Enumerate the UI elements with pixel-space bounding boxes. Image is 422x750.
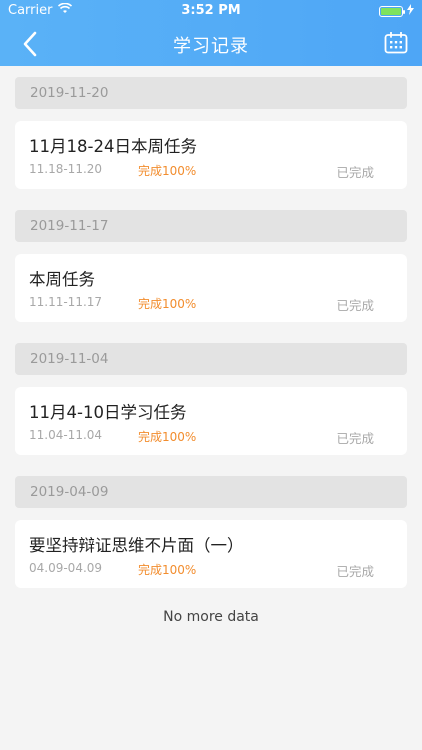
record-date-range: 04.09-04.09 xyxy=(29,561,103,575)
record-date-range: 11.04-11.04 xyxy=(29,428,103,442)
record-section: 2019-11-20 11月18-24日本周任务 11.18-11.20 完成1… xyxy=(0,77,422,189)
record-title: 要坚持辩证思维不片面（一） xyxy=(29,536,244,555)
app-root: Carrier 3:52 PM 学习记录 2019-11-20 11月18-24… xyxy=(0,0,422,750)
battery-icon xyxy=(379,6,405,17)
calendar-icon xyxy=(384,31,408,54)
record-card[interactable]: 要坚持辩证思维不片面（一） 04.09-04.09 完成100% 已完成 xyxy=(15,520,407,588)
record-status: 已完成 xyxy=(336,165,374,180)
charging-icon xyxy=(407,4,414,19)
no-more-data-label: No more data xyxy=(163,609,259,625)
status-bar: Carrier 3:52 PM xyxy=(0,0,422,22)
record-list: 2019-11-20 11月18-24日本周任务 11.18-11.20 完成1… xyxy=(0,66,422,625)
nav-bar: 学习记录 xyxy=(0,22,422,66)
status-right xyxy=(379,4,414,19)
status-time: 3:52 PM xyxy=(181,3,241,18)
record-date-range: 11.18-11.20 xyxy=(29,162,103,176)
record-progress: 完成100% xyxy=(138,563,197,577)
date-header: 2019-11-17 xyxy=(15,210,407,242)
record-progress: 完成100% xyxy=(138,164,197,178)
record-title: 本周任务 xyxy=(29,270,95,289)
page-title: 学习记录 xyxy=(173,36,249,57)
record-card[interactable]: 本周任务 11.11-11.17 完成100% 已完成 xyxy=(15,254,407,322)
record-section: 2019-11-04 11月4-10日学习任务 11.04-11.04 完成10… xyxy=(0,343,422,455)
record-progress: 完成100% xyxy=(138,430,197,444)
date-header: 2019-11-20 xyxy=(15,77,407,109)
record-date-range: 11.11-11.17 xyxy=(29,295,103,309)
record-section: 2019-11-17 本周任务 11.11-11.17 完成100% 已完成 xyxy=(0,210,422,322)
record-card[interactable]: 11月18-24日本周任务 11.18-11.20 完成100% 已完成 xyxy=(15,121,407,189)
record-section: 2019-04-09 要坚持辩证思维不片面（一） 04.09-04.09 完成1… xyxy=(0,476,422,588)
record-status: 已完成 xyxy=(336,564,374,579)
record-status: 已完成 xyxy=(336,431,374,446)
record-title: 11月4-10日学习任务 xyxy=(29,403,187,422)
date-header: 2019-11-04 xyxy=(15,343,407,375)
date-header: 2019-04-09 xyxy=(15,476,407,508)
record-title: 11月18-24日本周任务 xyxy=(29,137,197,156)
record-card[interactable]: 11月4-10日学习任务 11.04-11.04 完成100% 已完成 xyxy=(15,387,407,455)
header: Carrier 3:52 PM 学习记录 xyxy=(0,0,422,66)
record-status: 已完成 xyxy=(336,298,374,313)
calendar-button[interactable] xyxy=(384,31,408,54)
record-progress: 完成100% xyxy=(138,297,197,311)
